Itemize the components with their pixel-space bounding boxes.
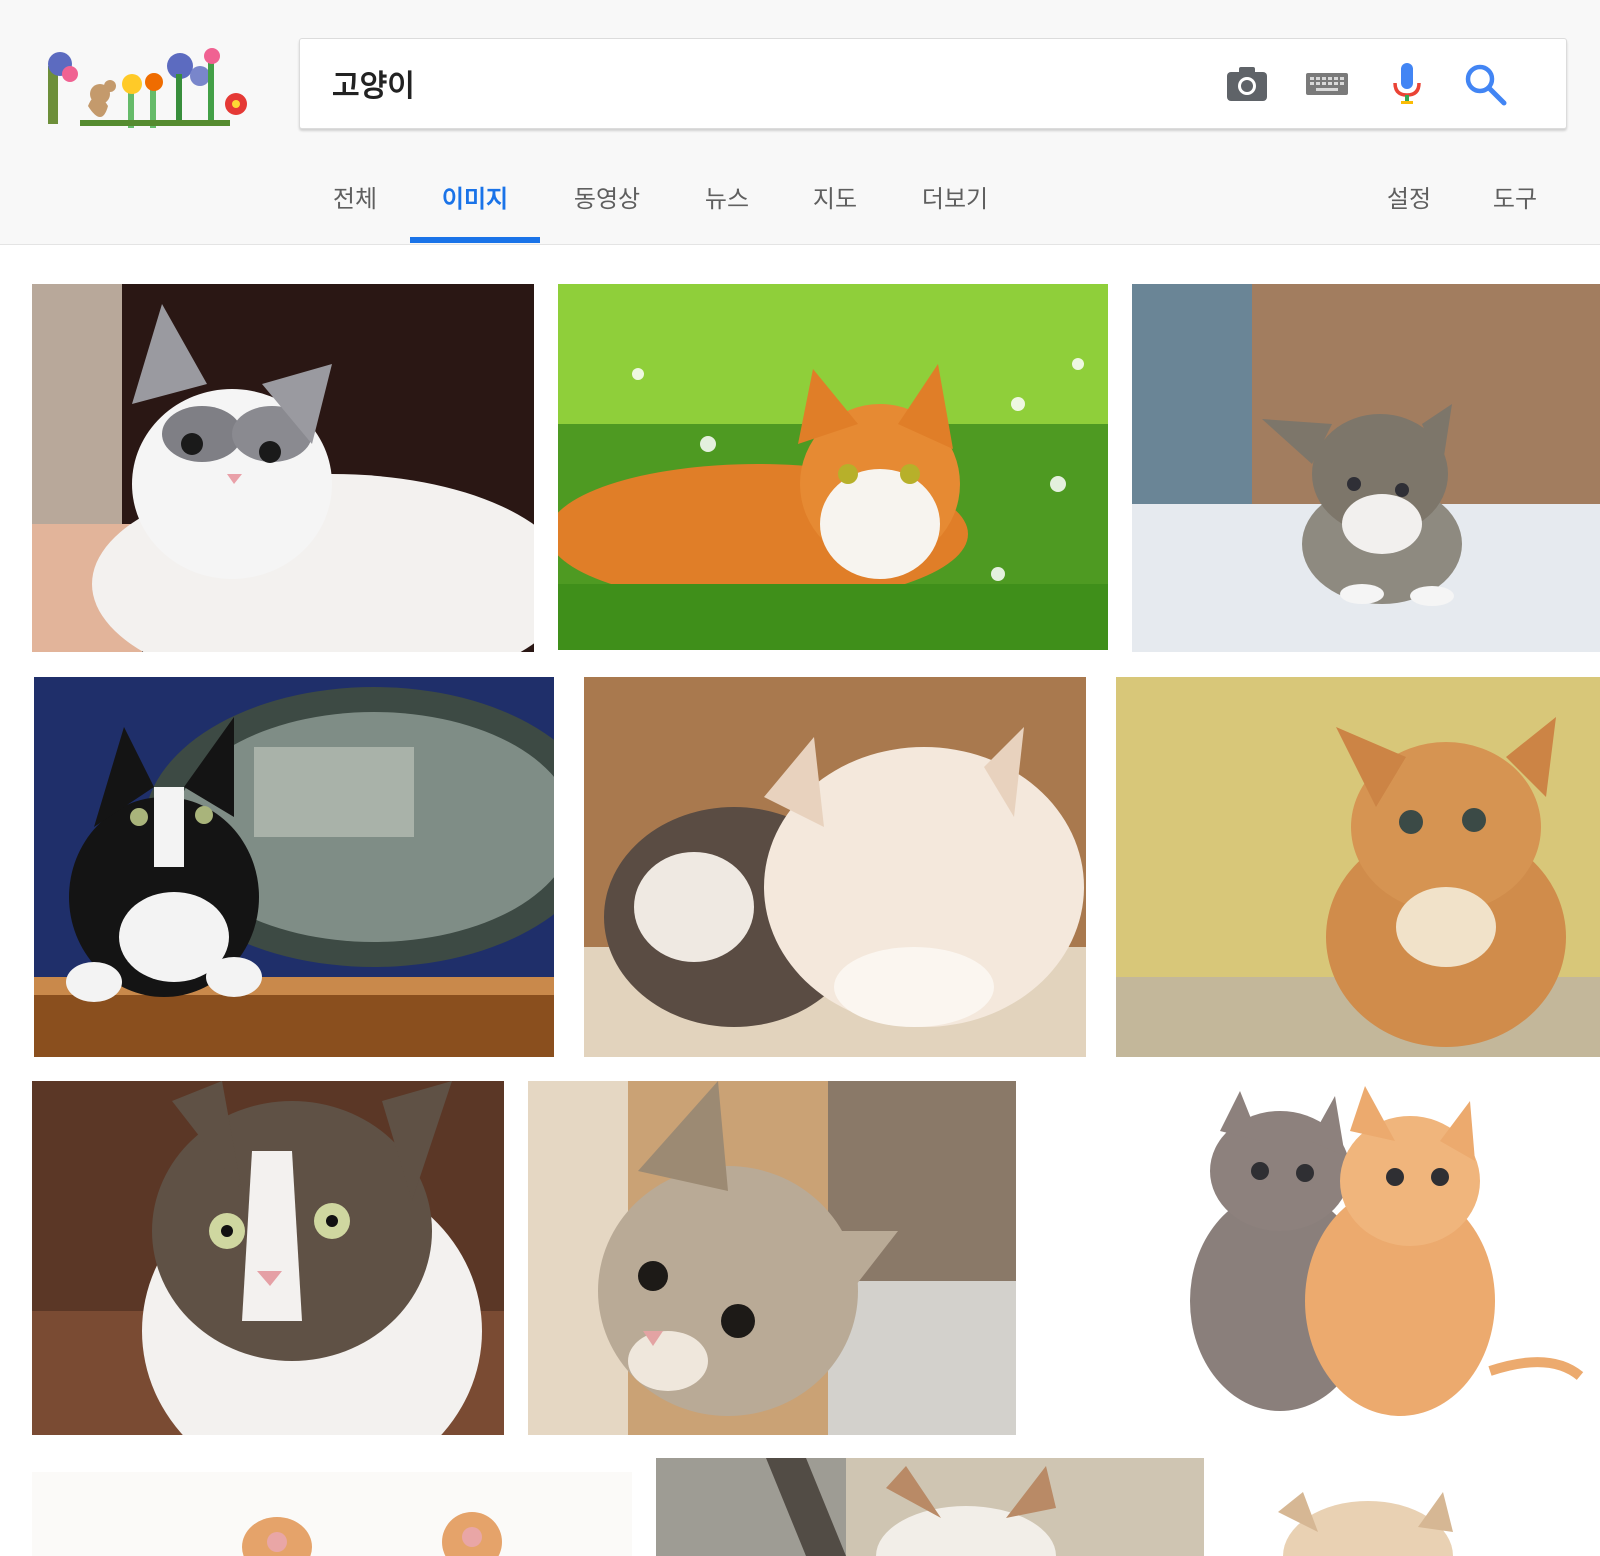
image-result[interactable] [1116, 677, 1600, 1057]
tab-images[interactable]: 이미지 [430, 178, 520, 244]
active-tab-indicator [410, 237, 540, 243]
image-result[interactable] [558, 284, 1108, 650]
image-result[interactable] [32, 284, 534, 652]
image-result[interactable] [584, 677, 1086, 1057]
tab-maps[interactable]: 지도 [802, 178, 868, 244]
image-result[interactable] [1228, 1472, 1600, 1556]
keyboard-icon[interactable] [1304, 61, 1350, 107]
tab-all[interactable]: 전체 [322, 178, 388, 244]
image-result[interactable] [32, 1081, 504, 1435]
tab-news[interactable]: 뉴스 [694, 178, 760, 244]
image-result[interactable] [34, 677, 554, 1057]
image-result[interactable] [656, 1458, 1204, 1556]
doodle-logo-art [48, 48, 247, 128]
image-result[interactable] [32, 1472, 632, 1556]
camera-icon[interactable] [1224, 61, 1270, 107]
tab-more[interactable]: 더보기 [910, 178, 1000, 244]
tab-videos[interactable]: 동영상 [562, 178, 652, 244]
microphone-icon[interactable] [1384, 61, 1430, 107]
image-result[interactable] [1132, 284, 1600, 652]
search-input[interactable] [332, 59, 1152, 107]
image-result[interactable] [1110, 1081, 1600, 1435]
search-box [299, 38, 1567, 129]
tab-settings[interactable]: 설정 [1376, 178, 1442, 244]
image-result[interactable] [528, 1081, 1016, 1435]
search-icon[interactable] [1462, 61, 1508, 107]
tab-tools[interactable]: 도구 [1482, 178, 1548, 244]
doodle-logo[interactable] [40, 44, 252, 140]
header: 전체 이미지 동영상 뉴스 지도 더보기 설정 도구 [0, 0, 1600, 245]
